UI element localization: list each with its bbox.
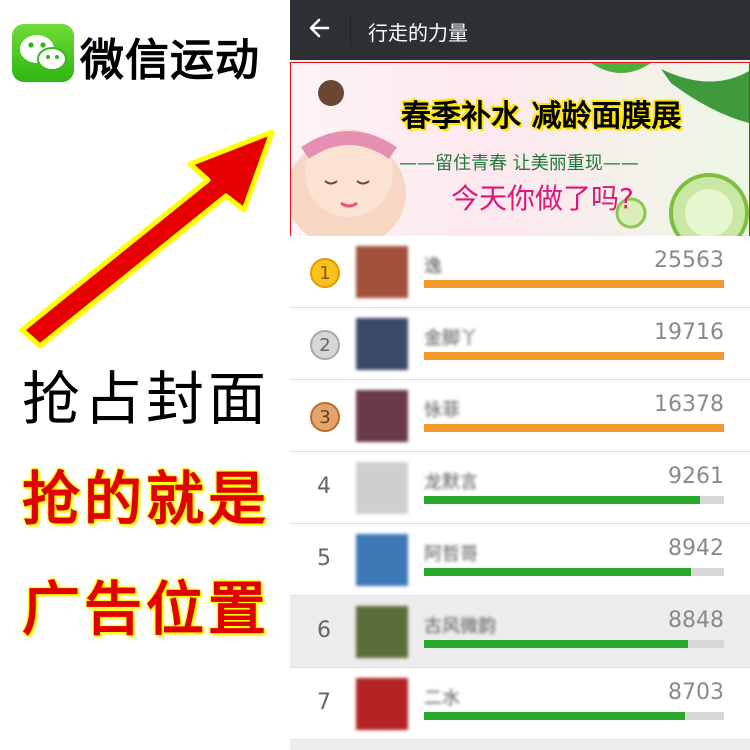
progress-track [424, 712, 724, 720]
avatar[interactable] [356, 318, 408, 370]
promo-slogan-line2: 广告位置 [22, 575, 271, 643]
progress-track [424, 424, 724, 432]
ranking-list: 1 逸 25563 2 金脚丫 19716 3 怺菲 16378 4 龙默言 9… [290, 236, 750, 740]
ranking-row[interactable]: 3 怺菲 16378 [290, 380, 750, 452]
rank-number: 5 [317, 545, 331, 571]
user-name: 阿哲哥 [424, 544, 478, 565]
step-count: 19716 [654, 320, 724, 345]
ranking-row[interactable]: 2 金脚丫 19716 [290, 308, 750, 380]
back-arrow-icon[interactable] [308, 13, 332, 50]
bronze-medal-icon: 3 [310, 402, 340, 432]
user-name: 金脚丫 [424, 328, 478, 349]
page-title: 行走的力量 [368, 21, 468, 45]
avatar[interactable] [356, 678, 408, 730]
progress-bar [424, 352, 724, 360]
promo-headline: 抢占封面 [22, 365, 271, 433]
step-count: 8942 [668, 536, 724, 561]
wechat-sport-screen: 行走的力量 春季补水 减龄面膜展 ——留住青春 让美丽重现—— 今天你做了吗? … [290, 0, 750, 750]
silver-medal-icon: 2 [310, 330, 340, 360]
user-name: 二水 [424, 688, 460, 709]
avatar[interactable] [356, 606, 408, 658]
app-name: 微信运动 [80, 35, 260, 86]
progress-track [424, 280, 724, 288]
user-name: 古风微韵 [424, 616, 496, 637]
user-name: 逸 [424, 256, 442, 277]
avatar[interactable] [356, 462, 408, 514]
pointer-arrow-icon [19, 129, 275, 349]
progress-bar [424, 712, 685, 720]
topbar-divider [350, 14, 351, 46]
ranking-row[interactable]: 1 逸 25563 [290, 236, 750, 308]
avatar[interactable] [356, 246, 408, 298]
banner-subline: ——留住青春 让美丽重现—— [399, 153, 639, 174]
wechat-logo-icon [12, 24, 74, 82]
promo-slogan-line1: 抢的就是 [22, 465, 271, 533]
gold-medal-icon: 1 [310, 258, 340, 288]
step-count: 25563 [654, 248, 724, 273]
promo-panel: 微信运动 抢占封面 抢的就是 广告位置 [0, 0, 290, 750]
banner-headline: 春季补水 减龄面膜展 [401, 99, 682, 134]
top-bar: 行走的力量 [290, 0, 750, 60]
user-name: 龙默言 [424, 472, 478, 493]
progress-track [424, 352, 724, 360]
progress-bar [424, 280, 724, 288]
ranking-row[interactable]: 7 二水 8703 [290, 668, 750, 740]
step-count: 9261 [668, 464, 724, 489]
step-count: 8848 [668, 608, 724, 633]
step-count: 16378 [654, 392, 724, 417]
ad-banner[interactable]: 春季补水 减龄面膜展 ——留住青春 让美丽重现—— 今天你做了吗? [290, 62, 750, 238]
progress-bar [424, 496, 700, 504]
progress-bar [424, 424, 724, 432]
avatar[interactable] [356, 534, 408, 586]
progress-track [424, 640, 724, 648]
rank-number: 4 [317, 473, 331, 499]
ranking-row[interactable]: 5 阿哲哥 8942 [290, 524, 750, 596]
progress-bar [424, 640, 688, 648]
step-count: 8703 [668, 680, 724, 705]
avatar[interactable] [356, 390, 408, 442]
progress-bar [424, 568, 691, 576]
rank-number: 7 [317, 689, 331, 715]
ranking-row[interactable]: 6 古风微韵 8848 [290, 596, 750, 668]
progress-track [424, 496, 724, 504]
progress-track [424, 568, 724, 576]
banner-question: 今天你做了吗? [451, 182, 634, 215]
ranking-row[interactable]: 4 龙默言 9261 [290, 452, 750, 524]
user-name: 怺菲 [424, 400, 460, 421]
rank-number: 6 [317, 617, 331, 643]
